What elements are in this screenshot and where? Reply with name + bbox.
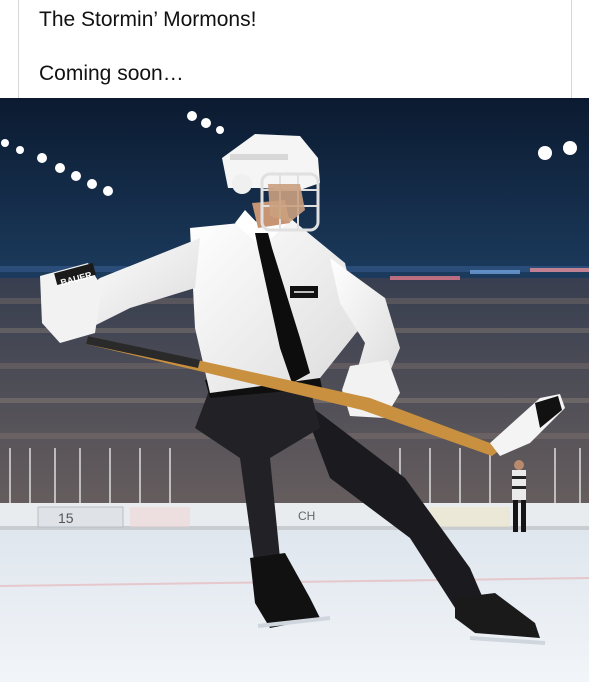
boards-ch-text: CH — [298, 509, 315, 523]
post-title-line: The Stormin’ Mormons! — [39, 8, 257, 31]
boards-number-text: 15 — [58, 510, 74, 526]
post-subtitle-line: Coming soon… — [39, 62, 184, 85]
hockey-player-illustration: 15 CH BAUER — [0, 98, 589, 682]
post-image[interactable]: 15 CH BAUER — [0, 98, 589, 682]
post-text-card: The Stormin’ Mormons! Coming soon… — [18, 0, 572, 98]
